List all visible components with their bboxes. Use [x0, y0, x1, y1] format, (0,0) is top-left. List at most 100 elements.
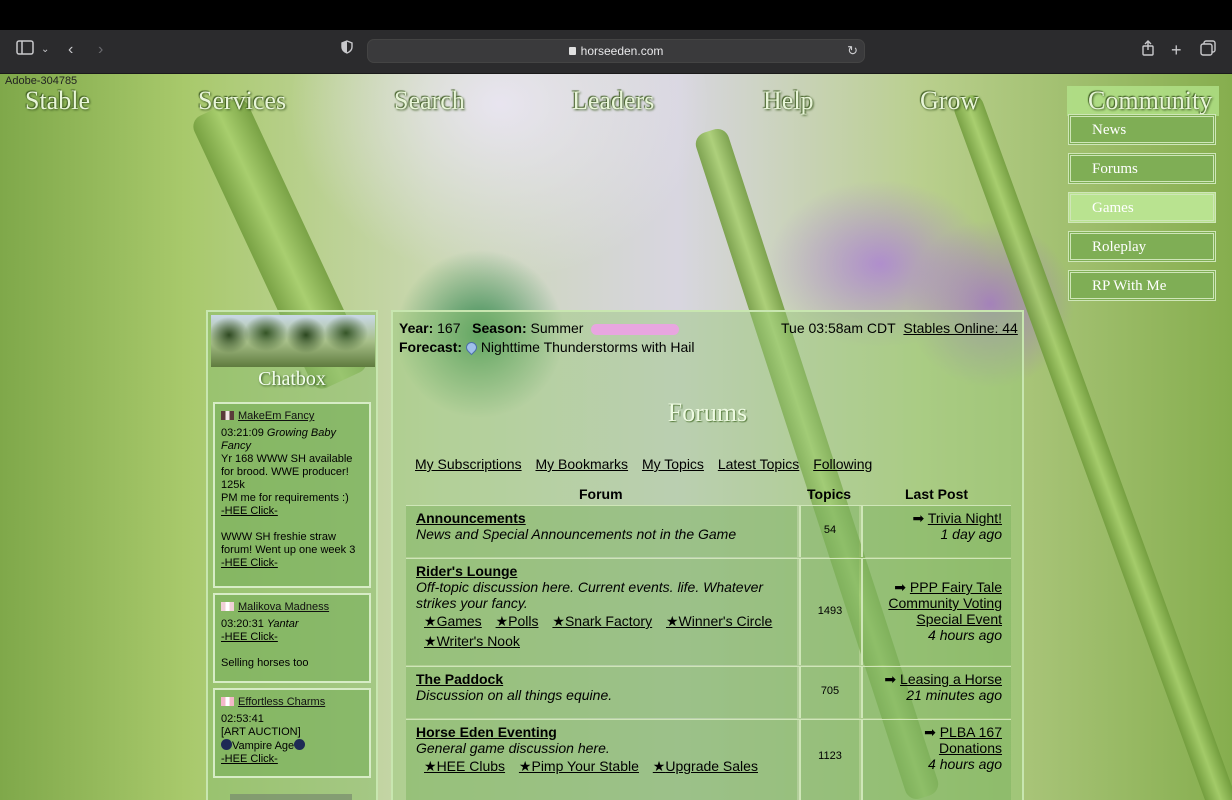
redacted-mark [591, 323, 680, 335]
subforum-link[interactable]: ★Polls [496, 613, 539, 629]
last-post-cell: ➡ PLBA 167 Donations 4 hours ago [861, 720, 1011, 800]
flag-icon [221, 411, 234, 420]
privacy-shield-icon[interactable] [341, 40, 353, 60]
chat-link[interactable]: -HEE Click- [221, 753, 363, 766]
chat-text: Yr 168 WWW SH available for brood. WWE p… [221, 453, 353, 491]
chatbox-panel: Chatbox MakeEm Fancy 03:21:09 Growing Ba… [206, 310, 378, 800]
nav-community[interactable]: Community [1088, 86, 1212, 116]
link-my-bookmarks[interactable]: My Bookmarks [535, 456, 628, 472]
subforum-link[interactable]: ★Pimp Your Stable [519, 758, 639, 774]
season-label: Season: [472, 320, 527, 336]
column-header-forum: Forum [579, 486, 623, 502]
page-title: Forums [667, 398, 748, 427]
chat-time: 03:20:31 [221, 618, 264, 630]
chatbox-title: Chatbox [258, 368, 326, 390]
forecast-line: Forecast: Nighttime Thunderstorms with H… [399, 339, 695, 356]
last-post-link[interactable]: Trivia Night! [928, 510, 1002, 526]
topic-count: 705 [799, 667, 859, 718]
subforum-link[interactable]: ★Writer's Nook [424, 633, 520, 649]
forecast-label: Forecast: [399, 339, 463, 355]
address-bar[interactable]: horseeden.com ↻ [367, 39, 865, 63]
menu-item-games[interactable]: Games [1068, 192, 1216, 223]
stables-online-link[interactable]: Stables Online: 44 [903, 320, 1017, 336]
forward-icon[interactable]: › [98, 40, 103, 60]
forum-row: Rider's Lounge Off-topic discussion here… [406, 558, 1011, 665]
forum-row: Announcements News and Special Announcem… [406, 505, 1011, 557]
share-icon[interactable] [1141, 40, 1155, 60]
subforum-link[interactable]: ★HEE Clubs [424, 758, 505, 774]
last-post-link[interactable]: Leasing a Horse [900, 671, 1002, 687]
orb-icon [221, 739, 232, 750]
link-my-subscriptions[interactable]: My Subscriptions [415, 456, 522, 472]
forum-name-link[interactable]: The Paddock [416, 671, 797, 687]
forum-cell: Rider's Lounge Off-topic discussion here… [406, 559, 797, 665]
orb-icon [294, 739, 306, 750]
chat-user-link[interactable]: Malikova Madness [238, 601, 329, 613]
nav-services[interactable]: Services [198, 86, 286, 116]
forum-cell: Announcements News and Special Announcem… [406, 506, 797, 557]
forum-sublinks: My Subscriptions My Bookmarks My Topics … [415, 456, 882, 472]
forum-name-link[interactable]: Rider's Lounge [416, 563, 797, 579]
forum-name-link[interactable]: Announcements [416, 510, 797, 526]
arrow-right-icon: ➡ [912, 510, 928, 526]
forum-cell: The Paddock Discussion on all things equ… [406, 667, 797, 718]
chevron-down-icon[interactable]: ⌄ [41, 40, 49, 60]
last-post-time: 1 day ago [940, 526, 1003, 542]
last-post-cell: ➡ Trivia Night! 1 day ago [861, 506, 1011, 557]
link-latest-topics[interactable]: Latest Topics [718, 456, 799, 472]
subforum-list: ★HEE Clubs ★Pimp Your Stable ★Upgrade Sa… [424, 756, 797, 776]
chat-text: PM me for requirements :) [221, 492, 349, 504]
chatbox-banner-image [211, 315, 375, 367]
forum-name-link[interactable]: Horse Eden Eventing [416, 724, 797, 740]
link-my-topics[interactable]: My Topics [642, 456, 704, 472]
year-value: 167 [437, 320, 461, 336]
weather-icon [463, 339, 480, 356]
chat-user-link[interactable]: MakeEm Fancy [238, 410, 314, 422]
chat-time: 02:53:41 [221, 713, 264, 725]
forum-cell: Horse Eden Eventing General game discuss… [406, 720, 797, 800]
chat-user-link[interactable]: Effortless Charms [238, 696, 325, 708]
menu-item-roleplay[interactable]: Roleplay [1068, 231, 1216, 262]
menu-item-forums[interactable]: Forums [1068, 153, 1216, 184]
new-tab-icon[interactable]: + [1171, 40, 1182, 60]
last-post-cell: ➡ PPP Fairy Tale Community Voting Specia… [861, 559, 1011, 665]
chat-link[interactable]: -HEE Click- [221, 557, 363, 570]
nav-search[interactable]: Search [394, 86, 465, 116]
reload-icon[interactable]: ↻ [847, 43, 858, 59]
subforum-link[interactable]: ★Games [424, 613, 482, 629]
topic-count: 1123 [799, 720, 859, 800]
subforum-link[interactable]: ★Winner's Circle [666, 613, 772, 629]
arrow-right-icon: ➡ [884, 671, 901, 687]
last-post-link[interactable]: PLBA 167 Donations [939, 724, 1002, 756]
nav-help[interactable]: Help [763, 86, 814, 116]
menu-item-news[interactable]: News [1068, 114, 1216, 145]
nav-stable[interactable]: Stable [25, 86, 90, 116]
link-following[interactable]: Following [813, 456, 872, 472]
lock-icon [568, 47, 576, 55]
subforum-list: ★Games ★Polls ★Snark Factory ★Winner's C… [424, 611, 797, 651]
last-post-time: 4 hours ago [928, 756, 1002, 772]
nav-leaders[interactable]: Leaders [572, 86, 654, 116]
chat-text: [ART AUCTION] [221, 726, 301, 738]
chat-message: MakeEm Fancy 03:21:09 Growing Baby Fancy… [213, 402, 371, 588]
menu-item-rp-with-me[interactable]: RP With Me [1068, 270, 1216, 301]
subforum-link[interactable]: ★Upgrade Sales [653, 758, 758, 774]
chat-link[interactable]: -HEE Click- [221, 631, 363, 644]
arrow-right-icon: ➡ [894, 579, 910, 595]
sidebar-toggle-icon[interactable] [16, 40, 34, 60]
chat-message: Malikova Madness 03:20:31 Yantar -HEE Cl… [213, 593, 371, 683]
subforum-link[interactable]: ★Snark Factory [552, 613, 652, 629]
page-background: Adobe-304785 Stable Services Search Lead… [0, 74, 1232, 800]
back-icon[interactable]: ‹ [68, 40, 73, 60]
last-post-time: 4 hours ago [928, 627, 1002, 643]
chat-text: Selling horses too [221, 657, 309, 669]
chat-horse-name: Yantar [266, 618, 299, 630]
tab-overview-icon[interactable] [1200, 40, 1216, 60]
chat-link[interactable]: -HEE Click- [221, 505, 363, 518]
nav-grow[interactable]: Grow [920, 86, 979, 116]
server-time: Tue 03:58am CDT [781, 320, 896, 336]
forum-description: Discussion on all things equine. [416, 687, 613, 703]
arrow-right-icon: ➡ [924, 724, 940, 740]
topic-count: 54 [799, 506, 859, 557]
browser-toolbar: ⌄ ‹ › horseeden.com ↻ + [0, 30, 1232, 74]
